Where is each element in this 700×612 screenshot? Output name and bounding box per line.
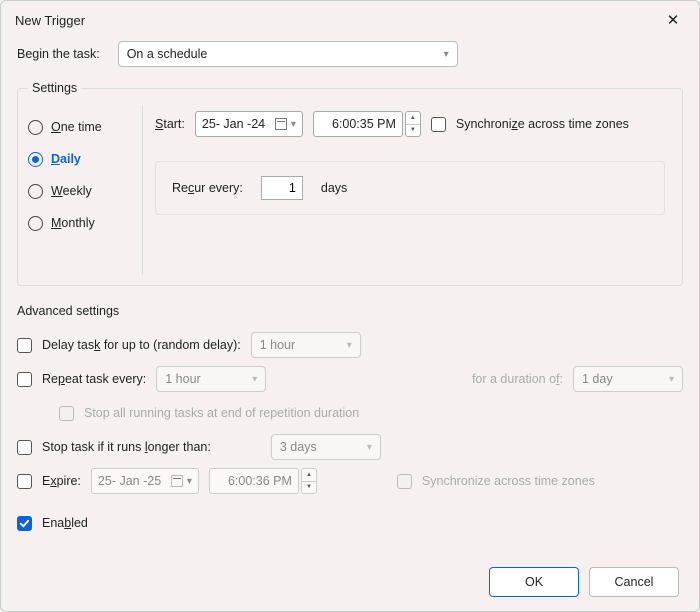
window-title: New Trigger <box>15 13 85 28</box>
begin-task-select[interactable]: On a schedule ▾ <box>118 41 458 67</box>
cancel-label: Cancel <box>615 575 654 589</box>
start-date-value: 25- Jan -24 <box>202 117 265 131</box>
start-time-picker[interactable]: 6:00:35 PM <box>313 111 403 137</box>
radio-icon <box>28 184 43 199</box>
delay-label: Delay task for up to (random delay): <box>42 338 241 352</box>
ok-button[interactable]: OK <box>489 567 579 597</box>
start-time-value: 6:00:35 PM <box>332 117 396 131</box>
duration-combo[interactable]: 1 day ▾ <box>573 366 683 392</box>
expire-label: Expire: <box>42 474 81 488</box>
duration-value: 1 day <box>582 372 613 386</box>
begin-task-row: Begin the task: On a schedule ▾ <box>17 41 683 67</box>
radio-monthly[interactable]: Monthly <box>28 207 138 239</box>
repeat-row: Repeat task every: 1 hour ▾ for a durati… <box>17 362 683 396</box>
close-icon: ✕ <box>667 11 680 29</box>
begin-task-value: On a schedule <box>127 47 208 61</box>
expire-date-value: 25- Jan -25 <box>98 474 161 488</box>
enabled-checkbox[interactable] <box>17 516 32 531</box>
stop-longer-checkbox[interactable] <box>17 440 32 455</box>
delay-combo[interactable]: 1 hour ▾ <box>251 332 361 358</box>
radio-icon <box>28 120 43 135</box>
close-button[interactable]: ✕ <box>659 9 687 31</box>
radio-label-onetime: One time <box>51 120 102 134</box>
sync-tz-label: Synchronize across time zones <box>456 117 629 131</box>
stop-longer-combo[interactable]: 3 days ▾ <box>271 434 381 460</box>
expire-time-spinner[interactable]: ▲ ▼ <box>301 468 317 494</box>
stop-longer-value: 3 days <box>280 440 317 454</box>
repeat-label: Repeat task every: <box>42 372 146 386</box>
repeat-value: 1 hour <box>165 372 200 386</box>
radio-label-daily: Daily <box>51 152 81 166</box>
stop-longer-row: Stop task if it runs longer than: 3 days… <box>17 430 683 464</box>
begin-task-label: Begin the task: <box>17 47 100 61</box>
duration-label: for a duration of: <box>472 372 563 386</box>
stop-repetition-label: Stop all running tasks at end of repetit… <box>84 406 359 420</box>
vertical-divider <box>142 105 143 275</box>
chevron-down-icon: ▾ <box>367 442 372 453</box>
recur-value-input[interactable] <box>261 176 303 200</box>
start-row: Start: 25- Jan -24 ▾ 6:00:35 PM ▲ <box>155 111 668 137</box>
start-time-spinner[interactable]: ▲ ▼ <box>405 111 421 137</box>
schedule-radios: One time Daily Weekly Monthly <box>28 105 138 239</box>
stop-repetition-row: Stop all running tasks at end of repetit… <box>17 396 683 430</box>
radio-icon <box>28 152 43 167</box>
expire-time-picker[interactable]: 6:00:36 PM <box>209 468 299 494</box>
radio-daily[interactable]: Daily <box>28 143 138 175</box>
advanced-settings-legend: Advanced settings <box>17 304 683 318</box>
start-label: Start: <box>155 117 185 131</box>
radio-icon <box>28 216 43 231</box>
chevron-down-icon: ▾ <box>187 476 192 487</box>
spinner-down-icon[interactable]: ▼ <box>302 482 316 494</box>
delay-value: 1 hour <box>260 338 295 352</box>
expire-sync-label: Synchronize across time zones <box>422 474 595 488</box>
calendar-icon <box>171 475 183 487</box>
repeat-combo[interactable]: 1 hour ▾ <box>156 366 266 392</box>
radio-weekly[interactable]: Weekly <box>28 175 138 207</box>
enabled-label: Enabled <box>42 516 88 530</box>
chevron-down-icon: ▾ <box>669 374 674 385</box>
expire-sync-checkbox <box>397 474 412 489</box>
recur-unit: days <box>321 181 347 195</box>
sync-tz-checkbox[interactable] <box>431 117 446 132</box>
chevron-down-icon: ▾ <box>291 119 296 130</box>
expire-time-value: 6:00:36 PM <box>228 474 292 488</box>
radio-onetime[interactable]: One time <box>28 111 138 143</box>
expire-row: Expire: 25- Jan -25 ▾ 6:00:36 PM ▲ ▼ Syn… <box>17 464 683 498</box>
ok-label: OK <box>525 575 543 589</box>
expire-checkbox[interactable] <box>17 474 32 489</box>
spinner-down-icon[interactable]: ▼ <box>406 125 420 137</box>
titlebar: New Trigger ✕ <box>1 1 699 35</box>
radio-label-monthly: Monthly <box>51 216 95 230</box>
spinner-up-icon[interactable]: ▲ <box>406 112 420 125</box>
recur-label: Recur every: <box>172 181 243 195</box>
settings-group: Settings One time Daily Weekly Monthly <box>17 81 683 286</box>
stop-longer-label: Stop task if it runs longer than: <box>42 440 211 454</box>
expire-date-picker[interactable]: 25- Jan -25 ▾ <box>91 468 199 494</box>
start-date-picker[interactable]: 25- Jan -24 ▾ <box>195 111 303 137</box>
cancel-button[interactable]: Cancel <box>589 567 679 597</box>
delay-row: Delay task for up to (random delay): 1 h… <box>17 328 683 362</box>
enabled-row: Enabled <box>17 506 683 540</box>
repeat-checkbox[interactable] <box>17 372 32 387</box>
spinner-up-icon[interactable]: ▲ <box>302 469 316 482</box>
stop-repetition-checkbox <box>59 406 74 421</box>
settings-legend: Settings <box>28 81 81 95</box>
recur-panel: Recur every: days <box>155 161 665 215</box>
chevron-down-icon: ▾ <box>444 49 449 60</box>
chevron-down-icon: ▾ <box>347 340 352 351</box>
dialog-footer: OK Cancel <box>489 567 679 597</box>
radio-label-weekly: Weekly <box>51 184 92 198</box>
delay-checkbox[interactable] <box>17 338 32 353</box>
chevron-down-icon: ▾ <box>252 374 257 385</box>
calendar-icon <box>275 118 287 130</box>
